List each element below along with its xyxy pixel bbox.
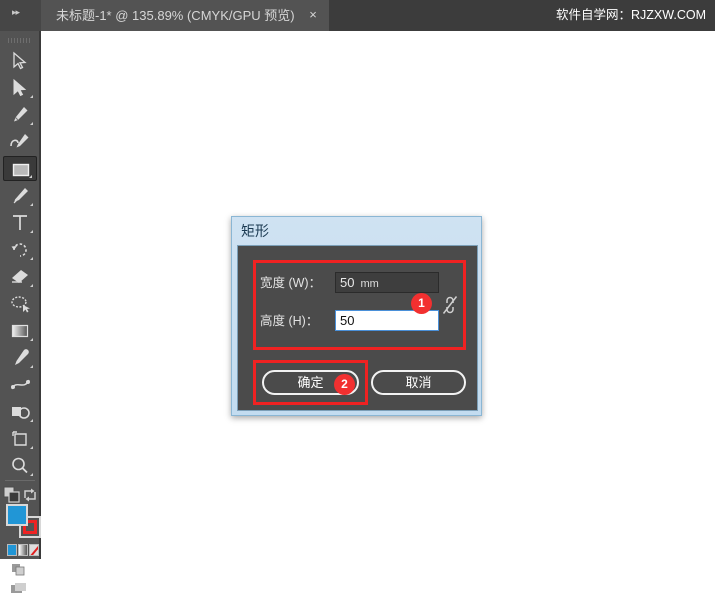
color-mode-buttons — [7, 544, 40, 556]
tool-group-indicator-icon — [30, 365, 33, 368]
selection-arrow-icon — [13, 51, 27, 70]
document-tab[interactable]: 未标题-1* @ 135.89% (CMYK/GPU 预览) × — [41, 0, 330, 31]
tool-rectangle[interactable] — [3, 156, 37, 181]
tool-group-indicator-icon — [29, 175, 32, 178]
paintbrush-icon — [13, 188, 28, 204]
rotate-icon — [11, 243, 27, 257]
magnifier-icon — [12, 457, 28, 474]
tool-group-indicator-icon — [30, 284, 33, 287]
width-input[interactable]: 50 mm — [335, 272, 439, 293]
blend-icon — [11, 379, 30, 390]
tool-group-indicator-icon — [30, 95, 33, 98]
width-unit: mm — [360, 278, 379, 290]
cancel-button[interactable]: 取消 — [371, 370, 466, 395]
shape-builder-icon — [12, 407, 30, 419]
artboard-icon — [12, 431, 27, 446]
fill-color-swatch[interactable] — [6, 504, 28, 526]
tool-group-indicator-icon — [30, 230, 33, 233]
tool-pen[interactable] — [3, 102, 37, 127]
screen-mode-icon — [11, 583, 26, 593]
tool-paintbrush[interactable] — [3, 183, 37, 208]
rectangle-dialog: 矩形 宽度 (W)： 50 mm 高度 (H)： 50 确定 取消 1 2 — [231, 216, 482, 416]
close-icon[interactable]: × — [306, 8, 320, 22]
pen-icon — [14, 107, 28, 122]
tool-group-indicator-icon — [30, 419, 33, 422]
rectangle-icon — [12, 163, 30, 177]
tool-selection[interactable] — [3, 48, 37, 73]
tool-group-indicator-icon — [30, 338, 33, 341]
none-mode-button[interactable] — [29, 544, 39, 556]
application-top-bar: ▸▸ 未标题-1* @ 135.89% (CMYK/GPU 预览) × 软件自学… — [0, 0, 715, 31]
tool-group-indicator-icon — [30, 446, 33, 449]
dialog-title-bar: 矩形 — [232, 217, 481, 245]
color-mode-button[interactable] — [7, 544, 17, 556]
eyedropper-icon — [15, 349, 29, 365]
direct-selection-arrow-icon — [13, 78, 27, 97]
tool-rotate[interactable] — [3, 237, 37, 262]
tool-type[interactable] — [3, 210, 37, 235]
tool-shape-builder[interactable] — [3, 399, 37, 424]
tool-group-indicator-icon — [30, 257, 33, 260]
gradient-mode-button[interactable] — [18, 544, 28, 556]
annotation-badge-2: 2 — [334, 374, 355, 395]
gradient-icon — [11, 324, 29, 338]
height-label: 高度 (H)： — [260, 314, 319, 328]
screen-mode-button[interactable] — [3, 581, 37, 606]
tool-zoom[interactable] — [3, 453, 37, 478]
toolbar-divider — [5, 480, 35, 481]
dialog-title: 矩形 — [241, 223, 269, 239]
tools-panel — [0, 31, 41, 593]
watermark-text: 软件自学网：RJZXW.COM — [556, 8, 706, 22]
type-T-icon — [13, 215, 27, 230]
fill-stroke-swatches — [6, 504, 41, 540]
dialog-body: 宽度 (W)： 50 mm 高度 (H)： 50 确定 取消 1 2 — [237, 245, 478, 411]
tool-direct-selection[interactable] — [3, 75, 37, 100]
curvature-pen-icon — [10, 134, 29, 148]
tool-curvature[interactable] — [3, 129, 37, 154]
tool-group-indicator-icon — [30, 203, 33, 206]
tool-shaper[interactable] — [3, 291, 37, 316]
tool-eyedropper[interactable] — [3, 345, 37, 370]
broken-chain-link-icon[interactable] — [441, 294, 459, 316]
height-value: 50 — [340, 313, 355, 328]
panel-expand-area[interactable]: ▸▸ — [0, 0, 41, 31]
draw-normal-icon — [12, 564, 25, 576]
toolbar-drag-handle[interactable] — [8, 38, 32, 43]
tool-gradient[interactable] — [3, 318, 37, 343]
annotation-badge-1: 1 — [411, 293, 432, 314]
shaper-lasso-icon — [11, 296, 30, 313]
width-value: 50 — [340, 275, 355, 290]
tool-group-indicator-icon — [30, 122, 33, 125]
document-tab-title: 未标题-1* @ 135.89% (CMYK/GPU 预览) — [56, 8, 295, 23]
tool-eraser[interactable] — [3, 264, 37, 289]
width-label: 宽度 (W)： — [260, 276, 322, 290]
tool-artboard[interactable] — [3, 426, 37, 451]
eraser-icon — [12, 270, 28, 283]
tool-blend[interactable] — [3, 372, 37, 397]
tool-group-indicator-icon — [30, 473, 33, 476]
double-chevron-right-icon[interactable]: ▸▸ — [12, 7, 20, 17]
